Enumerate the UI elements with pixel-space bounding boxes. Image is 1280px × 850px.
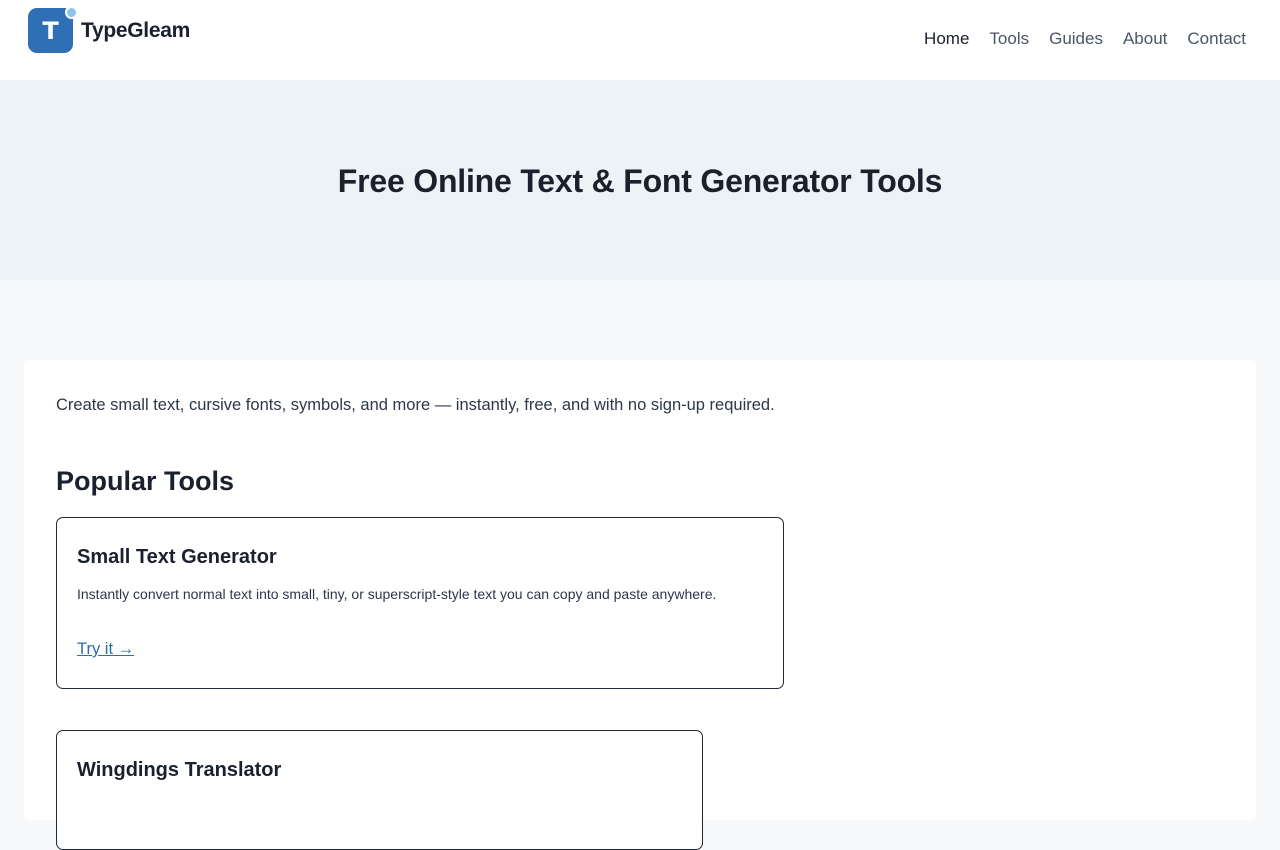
content-panel: Create small text, cursive fonts, symbol… [24,360,1256,850]
tool-card-small-text: Small Text Generator Instantly convert n… [56,517,784,689]
logo-letter: T [42,16,59,45]
tool-card-description: Instantly convert normal text into small… [77,586,717,602]
nav-tools[interactable]: Tools [989,28,1029,50]
tool-card-title: Small Text Generator [77,546,277,568]
section-title: Popular Tools [56,466,235,496]
brand-logo[interactable]: T TypeGleam [28,6,190,53]
brand-name: TypeGleam [81,18,190,42]
tool-card-wingdings: Wingdings Translator [56,730,703,850]
nav-about[interactable]: About [1123,28,1167,50]
nav-guides[interactable]: Guides [1049,28,1103,50]
nav-home[interactable]: Home [924,28,969,50]
site-header: T TypeGleam Home Tools Guides About Cont… [0,0,1280,80]
hero-banner: Free Online Text & Font Generator Tools [0,80,1280,280]
logo-dot-icon [65,6,78,19]
main-nav: Home Tools Guides About Contact [924,28,1246,50]
page-title: Free Online Text & Font Generator Tools [337,163,943,199]
nav-contact[interactable]: Contact [1187,28,1246,50]
logo-icon: T [28,6,78,53]
try-it-link[interactable]: Try it → [77,640,134,659]
tool-card-title: Wingdings Translator [77,759,282,781]
intro-text: Create small text, cursive fonts, symbol… [56,396,775,414]
